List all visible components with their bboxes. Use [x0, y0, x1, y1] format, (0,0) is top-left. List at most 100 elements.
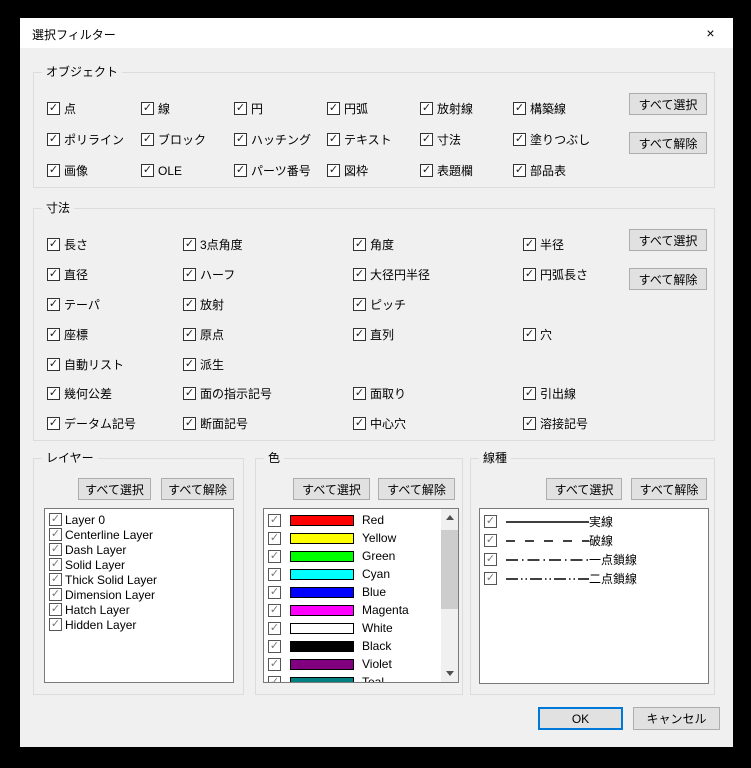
color-list-item[interactable]: Violet: [264, 655, 458, 673]
checkbox-icon[interactable]: [268, 568, 281, 581]
object-filter-checkbox[interactable]: 部品表: [513, 155, 622, 186]
cancel-button[interactable]: キャンセル: [633, 707, 720, 730]
dimension-filter-checkbox[interactable]: 角度: [353, 230, 523, 260]
layer-list-item[interactable]: Thick Solid Layer: [45, 572, 233, 587]
dimension-filter-checkbox[interactable]: 引出線: [523, 379, 622, 409]
checkbox-icon[interactable]: [49, 603, 62, 616]
checkbox-icon[interactable]: [47, 417, 60, 430]
ok-button[interactable]: OK: [538, 707, 623, 730]
checkbox-icon[interactable]: [183, 268, 196, 281]
dimension-filter-checkbox[interactable]: 中心穴: [353, 409, 523, 439]
checkbox-icon[interactable]: [49, 558, 62, 571]
dimension-filter-checkbox[interactable]: 3点角度: [183, 230, 353, 260]
object-filter-checkbox[interactable]: 線: [141, 93, 234, 124]
layer-list-item[interactable]: Dash Layer: [45, 542, 233, 557]
close-button[interactable]: ×: [688, 18, 733, 48]
checkbox-icon[interactable]: [183, 328, 196, 341]
checkbox-icon[interactable]: [268, 532, 281, 545]
checkbox-icon[interactable]: [484, 534, 497, 547]
checkbox-icon[interactable]: [268, 676, 281, 684]
checkbox-icon[interactable]: [484, 553, 497, 566]
checkbox-icon[interactable]: [47, 164, 60, 177]
checkbox-icon[interactable]: [141, 164, 154, 177]
dimension-filter-checkbox[interactable]: テーパ: [47, 290, 183, 320]
object-filter-checkbox[interactable]: 構築線: [513, 93, 622, 124]
dimension-filter-checkbox[interactable]: 面取り: [353, 379, 523, 409]
object-filter-checkbox[interactable]: 円弧: [327, 93, 420, 124]
checkbox-icon[interactable]: [523, 268, 536, 281]
checkbox-icon[interactable]: [523, 238, 536, 251]
checkbox-icon[interactable]: [183, 298, 196, 311]
color-list-item[interactable]: Teal: [264, 673, 458, 683]
checkbox-icon[interactable]: [49, 543, 62, 556]
dimension-filter-checkbox[interactable]: 大径円半径: [353, 260, 523, 290]
object-filter-checkbox[interactable]: パーツ番号: [234, 155, 327, 186]
layer-list-item[interactable]: Layer 0: [45, 512, 233, 527]
deselect-all-button[interactable]: すべて解除: [161, 478, 234, 500]
checkbox-icon[interactable]: [141, 102, 154, 115]
checkbox-icon[interactable]: [234, 133, 247, 146]
dimension-filter-checkbox[interactable]: 派生: [183, 349, 353, 379]
checkbox-icon[interactable]: [183, 238, 196, 251]
checkbox-icon[interactable]: [353, 238, 366, 251]
checkbox-icon[interactable]: [183, 358, 196, 371]
linetype-list-item[interactable]: 一点鎖線: [480, 550, 708, 569]
checkbox-icon[interactable]: [513, 102, 526, 115]
dimension-filter-checkbox[interactable]: 幾何公差: [47, 379, 183, 409]
checkbox-icon[interactable]: [268, 622, 281, 635]
checkbox-icon[interactable]: [353, 417, 366, 430]
dimension-filter-checkbox[interactable]: 直列: [353, 319, 523, 349]
checkbox-icon[interactable]: [47, 387, 60, 400]
object-filter-checkbox[interactable]: OLE: [141, 155, 234, 186]
dimension-filter-checkbox[interactable]: 面の指示記号: [183, 379, 353, 409]
select-all-button[interactable]: すべて選択: [629, 229, 707, 251]
checkbox-icon[interactable]: [484, 515, 497, 528]
linetype-list-item[interactable]: 二点鎖線: [480, 569, 708, 588]
checkbox-icon[interactable]: [183, 417, 196, 430]
color-list-item[interactable]: Black: [264, 637, 458, 655]
deselect-all-button[interactable]: すべて解除: [631, 478, 707, 500]
checkbox-icon[interactable]: [234, 164, 247, 177]
checkbox-icon[interactable]: [268, 658, 281, 671]
checkbox-icon[interactable]: [49, 573, 62, 586]
select-all-button[interactable]: すべて選択: [293, 478, 370, 500]
object-filter-checkbox[interactable]: 塗りつぶし: [513, 124, 622, 155]
checkbox-icon[interactable]: [420, 102, 433, 115]
dimension-filter-checkbox[interactable]: 円弧長さ: [523, 260, 622, 290]
checkbox-icon[interactable]: [49, 618, 62, 631]
dimension-filter-checkbox[interactable]: 長さ: [47, 230, 183, 260]
color-list[interactable]: Red Yellow Green Cyan Blue Magenta White…: [263, 508, 459, 683]
object-filter-checkbox[interactable]: テキスト: [327, 124, 420, 155]
dimension-filter-checkbox[interactable]: 自動リスト: [47, 349, 183, 379]
dimension-filter-checkbox[interactable]: 半径: [523, 230, 622, 260]
title-bar[interactable]: 選択フィルター ×: [20, 18, 733, 48]
dimension-filter-checkbox[interactable]: 直径: [47, 260, 183, 290]
checkbox-icon[interactable]: [327, 133, 340, 146]
deselect-all-button[interactable]: すべて解除: [378, 478, 455, 500]
linetype-list-item[interactable]: 実線: [480, 512, 708, 531]
color-list-item[interactable]: Blue: [264, 583, 458, 601]
color-list-item[interactable]: Magenta: [264, 601, 458, 619]
linetype-list-item[interactable]: 破線: [480, 531, 708, 550]
checkbox-icon[interactable]: [47, 328, 60, 341]
color-list-item[interactable]: Yellow: [264, 529, 458, 547]
checkbox-icon[interactable]: [268, 604, 281, 617]
dimension-filter-checkbox[interactable]: データム記号: [47, 409, 183, 439]
dimension-filter-checkbox[interactable]: ハーフ: [183, 260, 353, 290]
object-filter-checkbox[interactable]: 点: [47, 93, 141, 124]
object-filter-checkbox[interactable]: 寸法: [420, 124, 513, 155]
object-filter-checkbox[interactable]: 画像: [47, 155, 141, 186]
checkbox-icon[interactable]: [49, 513, 62, 526]
layer-list-item[interactable]: Hatch Layer: [45, 602, 233, 617]
object-filter-checkbox[interactable]: 放射線: [420, 93, 513, 124]
checkbox-icon[interactable]: [513, 133, 526, 146]
dimension-filter-checkbox[interactable]: ピッチ: [353, 290, 523, 320]
checkbox-icon[interactable]: [420, 133, 433, 146]
layer-list-item[interactable]: Solid Layer: [45, 557, 233, 572]
checkbox-icon[interactable]: [513, 164, 526, 177]
checkbox-icon[interactable]: [47, 238, 60, 251]
dimension-filter-checkbox[interactable]: 放射: [183, 290, 353, 320]
checkbox-icon[interactable]: [327, 164, 340, 177]
checkbox-icon[interactable]: [268, 640, 281, 653]
checkbox-icon[interactable]: [327, 102, 340, 115]
